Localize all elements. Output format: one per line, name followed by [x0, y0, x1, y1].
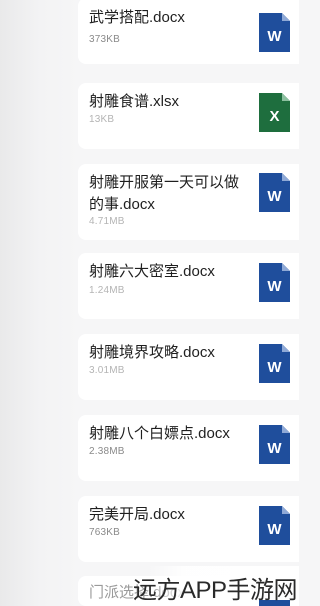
file-item[interactable]: 完美开局.docx 763KB W [78, 496, 299, 562]
watermark: 远方APP手游网 [133, 566, 299, 604]
file-list: 武学搭配.docx 373KB W 射雕食谱.xlsx 13KB X 射雕开服第… [78, 0, 299, 606]
word-icon: W [259, 173, 290, 212]
file-name: 射雕六大密室.docx [89, 263, 215, 280]
file-item[interactable]: 射雕食谱.xlsx 13KB X [78, 83, 299, 149]
word-icon: W [259, 13, 290, 52]
file-size: 373KB [89, 34, 121, 45]
file-size: 1.24MB [89, 285, 125, 296]
word-icon-letter: W [267, 188, 282, 205]
file-size: 13KB [89, 114, 115, 125]
word-icon-letter: W [267, 359, 282, 376]
excel-icon: X [259, 93, 290, 132]
excel-icon-letter: X [269, 108, 279, 125]
file-size: 763KB [89, 527, 121, 538]
file-item[interactable]: 射雕六大密室.docx 1.24MB W [78, 253, 299, 319]
word-icon-letter: W [267, 521, 282, 538]
word-icon-letter: W [267, 278, 282, 295]
word-icon: W [259, 425, 290, 464]
file-name: 射雕开服第一天可以做的事.docx [89, 174, 240, 213]
file-name: 完美开局.docx [89, 506, 185, 523]
word-icon: W [259, 263, 290, 302]
file-item[interactable]: 射雕境界攻略.docx 3.01MB W [78, 334, 299, 400]
word-icon: W [259, 506, 290, 545]
file-item[interactable]: 射雕开服第一天可以做的事.docx 4.71MB W [78, 164, 299, 240]
word-icon: W [259, 344, 290, 383]
word-icon-letter: W [267, 28, 282, 45]
file-name: 射雕境界攻略.docx [89, 344, 215, 361]
file-item[interactable]: 射雕八个白嫖点.docx 2.38MB W [78, 415, 299, 481]
file-name: 射雕食谱.xlsx [89, 93, 180, 110]
file-size: 3.01MB [89, 365, 125, 376]
file-name: 武学搭配.docx [89, 9, 185, 26]
file-size: 2.38MB [89, 446, 125, 457]
file-item[interactable]: 武学搭配.docx 373KB W [78, 0, 299, 64]
file-size: 4.71MB [89, 216, 125, 227]
file-name: 射雕八个白嫖点.docx [89, 425, 230, 442]
word-icon-letter: W [267, 440, 282, 457]
